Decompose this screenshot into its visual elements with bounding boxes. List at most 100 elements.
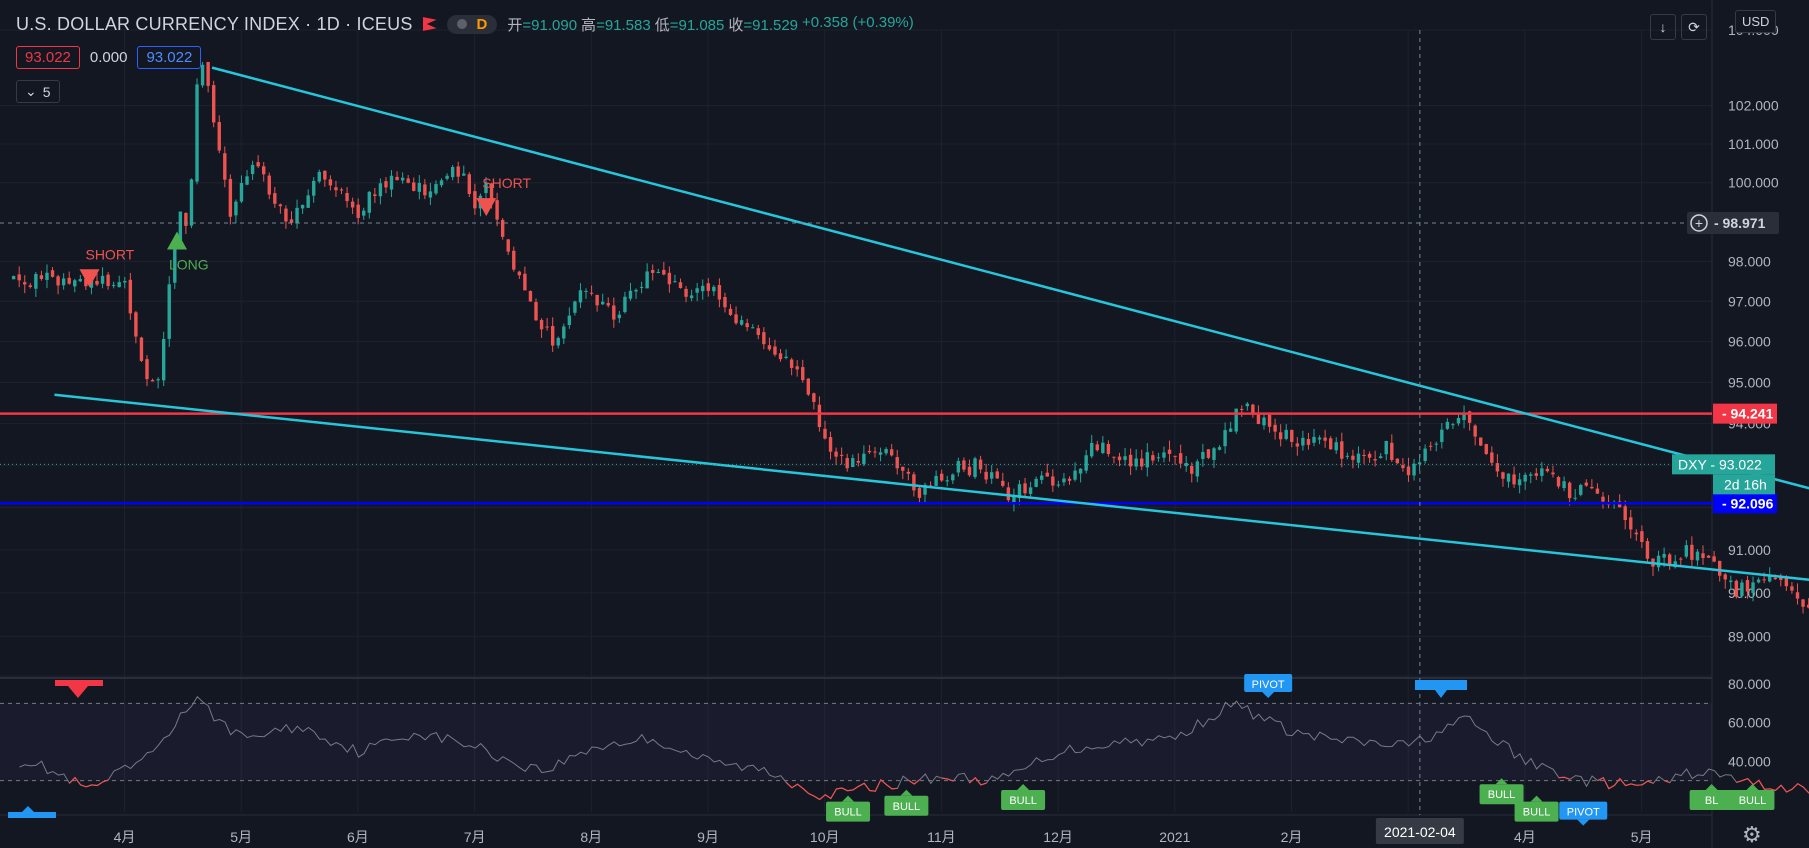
x-tick-label: 4月: [114, 829, 136, 845]
ohlc-high-key: 高: [581, 16, 597, 34]
ohlc-low-key: 低: [654, 16, 670, 34]
rsi-band-fill: [0, 703, 1712, 781]
candle: [806, 378, 811, 397]
flag-icon[interactable]: [422, 17, 437, 31]
x-tick-label: 6月: [347, 829, 369, 845]
currency-button[interactable]: USD: [1735, 10, 1777, 33]
y-tick-label: 96.000: [1728, 334, 1771, 350]
candle: [528, 290, 533, 302]
y-tick-label: 98.000: [1728, 253, 1771, 269]
ohlc-readout: 开=91.090 高=91.583 低=91.085 收=91.529 +0.3…: [507, 14, 913, 35]
rsi-marker-label: BULL: [1009, 795, 1037, 807]
x-tick-label: 8月: [580, 829, 602, 845]
x-tick-label: 2月: [1281, 829, 1303, 845]
x-tick-label: 5月: [1631, 829, 1653, 845]
rsi-marker-label: PIVOT: [1252, 679, 1285, 691]
x-tick-label: 10月: [810, 829, 840, 845]
download-button[interactable]: ↓: [1650, 14, 1676, 40]
signal-label: LONG: [169, 257, 209, 273]
y-tick-label: 95.000: [1728, 374, 1771, 390]
refresh-icon: ⟳: [1688, 18, 1700, 35]
candle: [973, 456, 977, 479]
indicator-value-zero: 0.000: [89, 49, 128, 66]
indicator-value-blue: 93.022: [137, 46, 202, 69]
interval-pill[interactable]: D: [446, 14, 498, 34]
candle: [1479, 437, 1483, 446]
rsi-marker-label: BULL: [1739, 795, 1767, 807]
x-tick-label: 5月: [230, 829, 252, 845]
candle: [200, 61, 205, 88]
collapse-indicators-button[interactable]: ⌄ 5: [16, 80, 60, 103]
candle: [467, 172, 472, 198]
refresh-button[interactable]: ⟳: [1681, 14, 1707, 40]
indicator-count: 5: [42, 83, 51, 100]
candle: [500, 218, 505, 240]
crosshair-date-label: 2021-02-04: [1384, 824, 1456, 840]
y-tick-label: 89.000: [1728, 628, 1771, 644]
rsi-marker-label: BULL: [834, 807, 862, 819]
ohlc-open-key: 开: [507, 16, 523, 34]
candle: [195, 78, 199, 185]
rsi-tick-label: 40.000: [1728, 753, 1771, 769]
candle: [1234, 408, 1238, 434]
y-tick-label: 90.000: [1728, 585, 1771, 601]
y-tick-label: 97.000: [1728, 293, 1771, 309]
signal-label: SHORT: [85, 246, 134, 262]
chart-header: U.S. DOLLAR CURRENCY INDEX · 1D · ICEUS …: [16, 12, 914, 36]
x-tick-label: 11月: [927, 829, 956, 845]
gear-icon[interactable]: ⚙: [1742, 822, 1762, 848]
chevron-down-icon: ⌄: [25, 83, 37, 99]
x-tick-label: 7月: [464, 829, 486, 845]
rsi-marker-label: BL: [1705, 795, 1718, 807]
status-dot-icon: [456, 19, 467, 29]
resistance-price-label: - 94.241: [1722, 406, 1774, 422]
x-tick-label: 2021: [1159, 829, 1190, 845]
ohlc-low: =91.085: [669, 16, 725, 34]
candle: [167, 276, 171, 347]
rsi-marker-label: BULL: [893, 801, 921, 813]
ohlc-high: =91.583: [596, 16, 651, 34]
candle: [11, 275, 16, 280]
candle: [128, 272, 133, 320]
signal-label: SHORT: [482, 175, 531, 191]
x-tick-label: 4月: [1514, 829, 1536, 845]
candle: [1395, 458, 1400, 464]
indicator-value-red: 93.022: [16, 46, 80, 69]
ohlc-close: =91.529: [743, 16, 799, 34]
rsi-edge-pivot: [1415, 680, 1467, 690]
rsi-edge-bottom-pivot: [8, 812, 56, 818]
ohlc-change: +0.358 (+0.39%): [802, 13, 914, 31]
plus-icon: +: [1695, 215, 1703, 231]
price-chart[interactable]: 89.00090.00091.00092.00093.00094.00095.0…: [0, 0, 1809, 848]
rsi-marker-label: BULL: [1488, 789, 1516, 801]
candle: [1734, 579, 1739, 599]
y-tick-label: 101.000: [1728, 136, 1779, 152]
candle: [189, 178, 194, 229]
symbol-title[interactable]: U.S. DOLLAR CURRENCY INDEX · 1D · ICEUS: [16, 14, 413, 35]
candle: [211, 80, 216, 128]
candle: [1484, 443, 1488, 456]
rsi-tick-label: 60.000: [1728, 715, 1771, 731]
candle: [161, 331, 166, 387]
candle: [139, 336, 144, 363]
y-tick-label: 91.000: [1728, 542, 1771, 558]
y-tick-label: 102.000: [1728, 98, 1779, 114]
ohlc-close-key: 收: [728, 16, 744, 34]
rsi-marker-label: BULL: [1523, 807, 1551, 819]
crosshair-price-label: - 98.971: [1714, 215, 1766, 231]
interval-badge: D: [476, 15, 488, 33]
indicator-values: 93.022 0.000 93.022: [16, 46, 202, 69]
rsi-marker-label: PIVOT: [1567, 807, 1600, 819]
rsi-tick-label: 80.000: [1728, 676, 1771, 692]
arrow-down-icon: ↓: [1659, 19, 1667, 35]
x-tick-label: 9月: [697, 829, 719, 845]
candle: [1579, 483, 1583, 497]
candle: [1206, 449, 1211, 460]
y-tick-label: 100.000: [1728, 175, 1779, 191]
ohlc-open: =91.090: [522, 16, 578, 34]
x-tick-label: 12月: [1043, 829, 1073, 845]
support-price-label: - 92.096: [1722, 495, 1774, 511]
countdown-label: 2d 16h: [1724, 476, 1767, 492]
rsi-edge-marker: [55, 680, 103, 686]
symbol-tag-label: DXY - 93.022: [1678, 456, 1762, 472]
